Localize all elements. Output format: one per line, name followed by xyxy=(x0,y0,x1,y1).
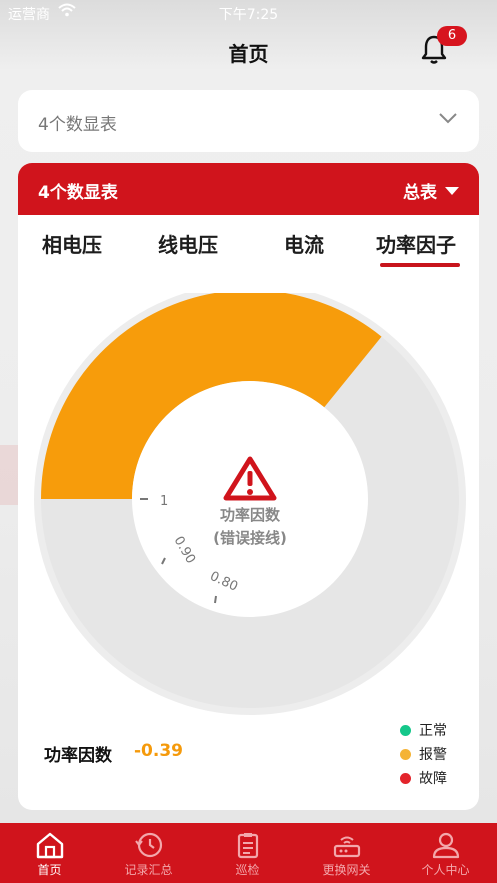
power-factor-gauge: 1 0.90 0.80 功率因数 (错误接线) xyxy=(34,293,466,715)
clock: 下午7:25 xyxy=(218,7,279,23)
legend-item: 正常 xyxy=(400,718,447,742)
tab-label: 巡检 xyxy=(235,863,260,877)
tab-gateway[interactable]: 更换网关 xyxy=(297,823,396,883)
legend-label: 正常 xyxy=(419,723,447,739)
legend-dot-fault xyxy=(400,772,411,784)
history-icon xyxy=(134,832,162,858)
power-factor-value: -0.39 xyxy=(134,741,183,761)
app-header: 首页 6 xyxy=(0,26,497,78)
caret-down-icon xyxy=(445,187,459,195)
tab-label: 个人中心 xyxy=(421,863,470,877)
legend-dot-normal xyxy=(400,724,411,736)
notification-badge: 6 xyxy=(437,26,467,46)
chevron-down-icon xyxy=(439,113,457,124)
clipboard-icon xyxy=(237,833,258,859)
tab-current[interactable]: 电流 xyxy=(284,229,324,258)
measurement-tabs: 相电压 线电压 电流 功率因子 xyxy=(18,215,479,273)
tab-power-factor[interactable]: 功率因子 xyxy=(376,229,456,258)
tab-inspection[interactable]: 巡检 xyxy=(198,823,297,883)
tab-label: 更换网关 xyxy=(322,863,371,877)
active-tab-indicator xyxy=(380,263,460,267)
tab-label: 记录汇总 xyxy=(124,863,173,877)
gauge-tick-label: 1 xyxy=(160,494,168,509)
legend-item: 报警 xyxy=(400,742,447,766)
status-bar: 运营商 下午7:25 xyxy=(0,0,497,26)
gauge-tick xyxy=(214,595,217,604)
tab-line-voltage[interactable]: 线电压 xyxy=(158,229,218,258)
legend-label: 故障 xyxy=(419,771,447,787)
dropdown-label: 总表 xyxy=(403,183,437,203)
legend-dot-alarm xyxy=(400,748,411,760)
gauge-center-subtitle: (错误接线) xyxy=(213,529,287,547)
meter-card: 4个数显表 总表 相电压 线电压 电流 功率因子 1 0.90 0.80 功率因… xyxy=(18,163,479,810)
router-icon xyxy=(333,836,360,858)
tab-profile[interactable]: 个人中心 xyxy=(396,823,495,883)
meter-selector[interactable]: 4个数显表 xyxy=(18,90,479,152)
tab-records[interactable]: 记录汇总 xyxy=(99,823,198,883)
card-title: 4个数显表 xyxy=(38,183,118,203)
user-icon xyxy=(432,832,459,859)
tab-phase-voltage[interactable]: 相电压 xyxy=(42,229,102,258)
gauge-center-title: 功率因数 xyxy=(220,506,281,524)
power-factor-label: 功率因数 xyxy=(44,746,112,766)
bottom-tab-bar: 首页 记录汇总 巡检 更换网关 个人中心 xyxy=(0,823,497,883)
legend-label: 报警 xyxy=(419,747,447,763)
tab-home[interactable]: 首页 xyxy=(0,823,99,883)
status-legend: 正常 报警 故障 xyxy=(400,718,447,790)
card-header: 4个数显表 总表 xyxy=(18,163,479,215)
meter-type-dropdown[interactable]: 总表 xyxy=(403,178,459,203)
selector-value: 4个数显表 xyxy=(38,115,117,135)
legend-item: 故障 xyxy=(400,766,447,790)
home-icon xyxy=(36,832,63,859)
tab-label: 首页 xyxy=(37,863,62,877)
